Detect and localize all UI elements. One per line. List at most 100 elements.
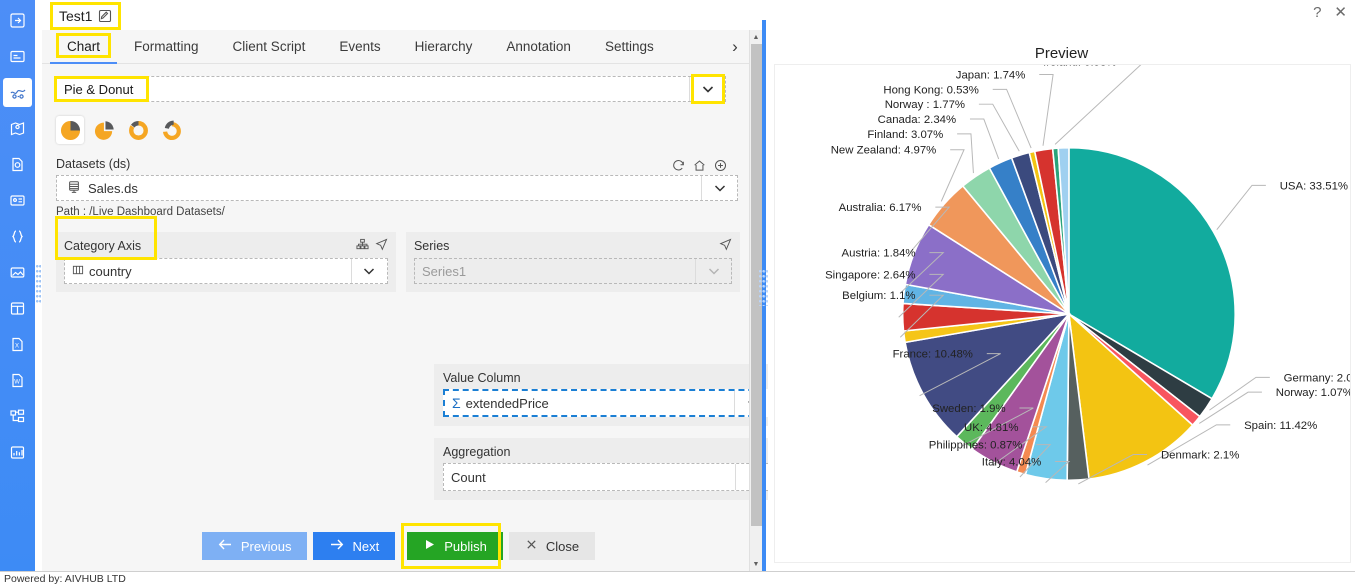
series-chevron-down-icon[interactable]	[695, 259, 731, 283]
home-icon[interactable]	[693, 159, 706, 172]
donut-exploded-variant[interactable]	[158, 116, 186, 144]
category-axis-value-wrap: country	[65, 264, 351, 279]
image-icon[interactable]	[3, 258, 32, 287]
pie-slice-label: Japan: 1.74%	[956, 69, 1026, 81]
pie-label-leader-line	[1216, 184, 1266, 230]
pie-slice-label: Denmark: 2.1%	[1161, 449, 1239, 461]
document-title-group[interactable]: Test1	[50, 2, 122, 30]
add-icon[interactable]	[714, 159, 727, 172]
tab-formatting[interactable]: Formatting	[117, 30, 216, 64]
publish-button[interactable]: Publish	[401, 523, 503, 569]
axis-series-row: Category Axis country Series Series1	[56, 232, 740, 292]
svg-text:W: W	[14, 380, 20, 386]
datasets-chevron-down-icon[interactable]	[701, 176, 737, 200]
map-icon[interactable]	[3, 114, 32, 143]
tab-client-script[interactable]: Client Script	[216, 30, 323, 64]
hierarchy-icon[interactable]	[3, 402, 32, 431]
pie-slice-label: Canada: 2.34%	[878, 114, 956, 126]
datasets-value-wrap: Sales.ds	[57, 180, 701, 197]
tabs-next-chevron-icon[interactable]: ›	[724, 30, 746, 64]
category-axis-header: Category Axis	[64, 238, 388, 254]
aggregation-select[interactable]: Count	[443, 463, 774, 491]
series-select[interactable]: Series1	[413, 258, 732, 284]
gauge-icon[interactable]	[3, 438, 32, 467]
export-icon[interactable]	[3, 6, 32, 35]
datasets-path: Path : /Live Dashboard Datasets/	[56, 206, 225, 218]
tab-chart[interactable]: Chart	[50, 30, 118, 64]
splitter-grip[interactable]	[36, 265, 41, 305]
pie-exploded-variant[interactable]	[90, 116, 118, 144]
value-aggregation-stack: Value Column Σ extendedPrice Aggregation	[434, 364, 783, 512]
value-column-select[interactable]: Σ extendedPrice	[443, 389, 774, 417]
category-axis-chevron-down-icon[interactable]	[350, 259, 387, 283]
dataset-icon	[67, 180, 81, 197]
aggregation-value: Count	[451, 469, 486, 485]
donut-chart-variant[interactable]	[124, 116, 152, 144]
svg-text:X: X	[15, 344, 19, 350]
code-braces-icon[interactable]	[3, 222, 32, 251]
datasets-select[interactable]: Sales.ds	[56, 159, 738, 201]
tab-chart-highlight	[56, 32, 112, 58]
pie-slice-label: Philippines: 0.87%	[929, 440, 1023, 452]
layout-icon[interactable]	[3, 294, 32, 323]
preview-canvas: USA: 33.51% Germany: 2.07% Norway: 1.07% Sp…	[774, 57, 1355, 563]
excel-icon[interactable]: X	[3, 330, 32, 359]
category-axis-header-icons	[356, 238, 388, 254]
page-title: Test1	[59, 8, 93, 24]
tab-settings[interactable]: Settings	[588, 30, 671, 64]
hierarchy-small-icon[interactable]	[356, 238, 369, 254]
value-column-value: extendedPrice	[465, 395, 549, 411]
series-label: Series	[413, 239, 450, 253]
datasets-value: Sales.ds	[88, 180, 138, 196]
previous-button-label: Previous	[240, 538, 292, 554]
chart-type-select[interactable]: Pie & Donut	[54, 74, 726, 104]
pie-chart[interactable]: USA: 33.51% Germany: 2.07% Norway: 1.07% Sp…	[775, 57, 1355, 562]
chart-type-chevron-down-icon[interactable]	[689, 74, 725, 104]
datasets-label: Datasets (ds)	[56, 157, 131, 171]
previous-button[interactable]: Previous	[201, 532, 308, 560]
arrow-right-icon	[329, 538, 344, 554]
preview-divider[interactable]	[759, 20, 769, 571]
navigate-icon[interactable]	[719, 238, 732, 254]
pie-chart-variant[interactable]	[56, 116, 84, 144]
document-icon[interactable]	[3, 150, 32, 179]
close-button[interactable]: Close	[508, 532, 596, 560]
pie-label-leader-line	[1054, 61, 1146, 145]
category-axis-label: Category Axis	[64, 239, 142, 253]
pie-label-leader-line	[969, 118, 1000, 160]
window-controls: ? ✕	[1313, 5, 1347, 20]
arrow-left-icon	[218, 538, 233, 554]
chart-config-pane: Chart Formatting Client Script Events Hi…	[42, 30, 783, 571]
help-icon[interactable]: ?	[1313, 5, 1321, 20]
panel-splitter[interactable]	[35, 0, 42, 571]
pie-slice-label: Ireland: 0.53%	[1043, 65, 1116, 69]
tab-settings-label: Settings	[604, 38, 654, 54]
series-field: Series Series1	[405, 232, 740, 292]
category-axis-select[interactable]: country	[64, 258, 388, 284]
next-button-label: Next	[352, 538, 380, 554]
left-icon-rail: X W	[0, 0, 35, 571]
form-icon[interactable]	[3, 42, 32, 71]
tab-annotation[interactable]: Annotation	[489, 30, 588, 64]
pie-label-leader-line	[957, 133, 974, 174]
refresh-icon[interactable]	[672, 159, 685, 172]
publish-button-highlight	[401, 523, 502, 569]
datasets-toolbar	[672, 159, 727, 172]
pencil-edit-icon[interactable]	[98, 9, 112, 23]
category-axis-value: country	[89, 263, 132, 279]
word-icon[interactable]: W	[3, 366, 32, 395]
close-icon[interactable]: ✕	[1334, 5, 1347, 20]
aggregation-field: Aggregation Count	[434, 438, 783, 500]
aggregation-label: Aggregation	[443, 445, 511, 459]
scroll-up-arrow-icon[interactable]: ▲	[750, 30, 762, 44]
card-icon[interactable]	[3, 186, 32, 215]
chart-icon[interactable]	[3, 78, 32, 107]
value-column-label: Value Column	[443, 371, 521, 385]
tab-hierarchy[interactable]: Hierarchy	[398, 30, 490, 64]
next-button[interactable]: Next	[313, 532, 396, 560]
tab-hierarchy-label: Hierarchy	[414, 38, 473, 54]
navigate-icon[interactable]	[375, 238, 388, 254]
scroll-down-arrow-icon[interactable]: ▼	[750, 557, 762, 571]
tab-events[interactable]: Events	[322, 30, 397, 64]
pie-slice-label: USA: 33.51%	[1280, 180, 1348, 192]
